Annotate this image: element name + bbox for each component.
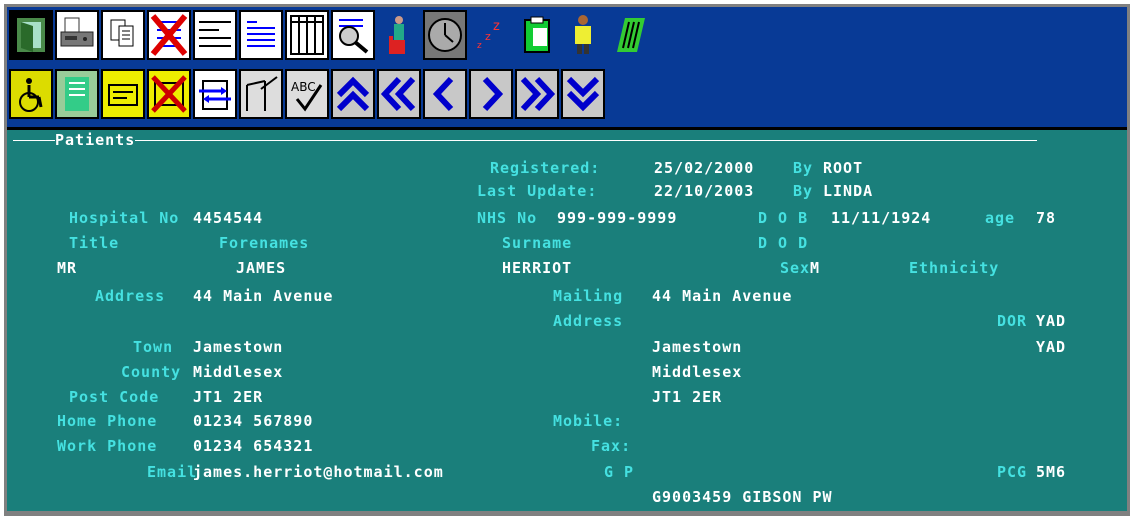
registered-by: ROOT [823,159,864,177]
spellcheck-text: ABC [291,80,316,94]
county-field[interactable]: Middlesex [193,363,283,381]
search-document-icon[interactable] [331,10,375,60]
forenames-field[interactable]: JAMES [236,259,286,277]
person-yellow-icon[interactable] [561,10,605,60]
title-label: Title [69,234,120,252]
forenames-label: Forenames [219,234,310,252]
work-phone-label: Work Phone [57,437,158,455]
dor-value-1: YAD [1036,312,1067,330]
home-phone-field[interactable]: 01234 567890 [193,412,313,430]
dob-label: D O B [758,209,809,227]
dob-field[interactable]: 11/11/1924 [831,209,931,227]
message-yellow-icon[interactable] [101,69,145,119]
wheelchair-icon[interactable] [9,69,53,119]
last-record-icon[interactable] [561,69,605,119]
surname-label: Surname [502,234,573,252]
last-update-date: 22/10/2003 [654,182,755,200]
mailing-address-field[interactable]: 44 Main Avenue [652,287,792,305]
registered-date: 25/02/2000 [654,159,755,177]
copy-document-icon[interactable] [101,10,145,60]
fax-icon[interactable] [55,10,99,60]
email-field[interactable]: james.herriot@hotmail.com [193,463,444,481]
dod-label: D O D [758,234,809,252]
section-rule [13,140,1037,141]
hospital-no-label: Hospital No [69,209,180,227]
age-value: 78 [1036,209,1057,227]
previous-page-icon[interactable] [377,69,421,119]
mailing-address-label: Address [553,312,624,330]
fax-label: Fax: [591,437,632,455]
mailing-label: Mailing [553,287,624,305]
previous-record-icon[interactable] [423,69,467,119]
delete-message-icon[interactable] [147,69,191,119]
post-code-label: Post Code [69,388,160,406]
home-phone-label: Home Phone [57,412,158,430]
dor-value-2: YAD [1036,338,1067,356]
age-label: age [985,209,1016,227]
county-label: County [121,363,182,381]
barcode-icon[interactable] [607,10,651,60]
title-field[interactable]: MR [57,259,77,277]
mobile-label: Mobile: [553,412,624,430]
nhs-no-field[interactable]: 999-999-9999 [557,209,677,227]
registered-by-label: By [793,159,814,177]
svg-text:z: z [493,19,500,34]
ethnicity-label: Ethnicity [909,259,1000,277]
toolbar: zzz ABC [7,7,1127,127]
post-code-field[interactable]: JT1 2ER [193,388,263,406]
patients-panel: Patients Registered: 25/02/2000 By ROOT … [7,130,1127,511]
registered-label: Registered: [490,159,601,177]
work-phone-field[interactable]: 01234 654321 [193,437,313,455]
clock-icon[interactable] [423,10,467,60]
last-update-by: LINDA [823,182,874,200]
mailing-post-code-field[interactable]: JT1 2ER [652,388,722,406]
mailing-town-field[interactable]: Jamestown [652,338,742,356]
gp-label: G P [604,463,635,481]
next-record-icon[interactable] [469,69,513,119]
sleep-icon[interactable]: zzz [469,10,513,60]
svg-text:z: z [477,41,482,51]
lines-text-icon[interactable] [239,10,283,60]
columns-icon[interactable] [285,10,329,60]
address-field[interactable]: 44 Main Avenue [193,287,333,305]
pcg-value: 5M6 [1036,463,1067,481]
gp-field[interactable]: G9003459 GIBSON PW [652,488,833,506]
next-page-icon[interactable] [515,69,559,119]
address-label: Address [95,287,166,305]
notes-green-icon[interactable] [55,69,99,119]
exit-icon[interactable] [9,10,53,60]
hospital-no-field[interactable]: 4454544 [193,209,263,227]
section-title: Patients [55,131,136,149]
sex-label: Sex [780,259,811,277]
town-field[interactable]: Jamestown [193,338,283,356]
graph-icon[interactable] [239,69,283,119]
sex-field[interactable]: M [810,259,820,277]
dor-label: DOR [997,312,1028,330]
transfer-icon[interactable] [193,69,237,119]
town-label: Town [133,338,174,356]
surname-field[interactable]: HERRIOT [502,259,572,277]
mailing-county-field[interactable]: Middlesex [652,363,742,381]
svg-text:z: z [485,30,491,43]
pcg-label: PCG [997,463,1028,481]
delete-list-icon[interactable] [147,10,191,60]
first-record-icon[interactable] [331,69,375,119]
nhs-no-label: NHS No [477,209,538,227]
email-label: Email [147,463,198,481]
spellcheck-icon[interactable]: ABC [285,69,329,119]
last-update-by-label: By [793,182,814,200]
clipboard-icon[interactable] [515,10,559,60]
last-update-label: Last Update: [477,182,598,200]
text-list-icon[interactable] [193,10,237,60]
person-chair-icon[interactable] [377,10,421,60]
